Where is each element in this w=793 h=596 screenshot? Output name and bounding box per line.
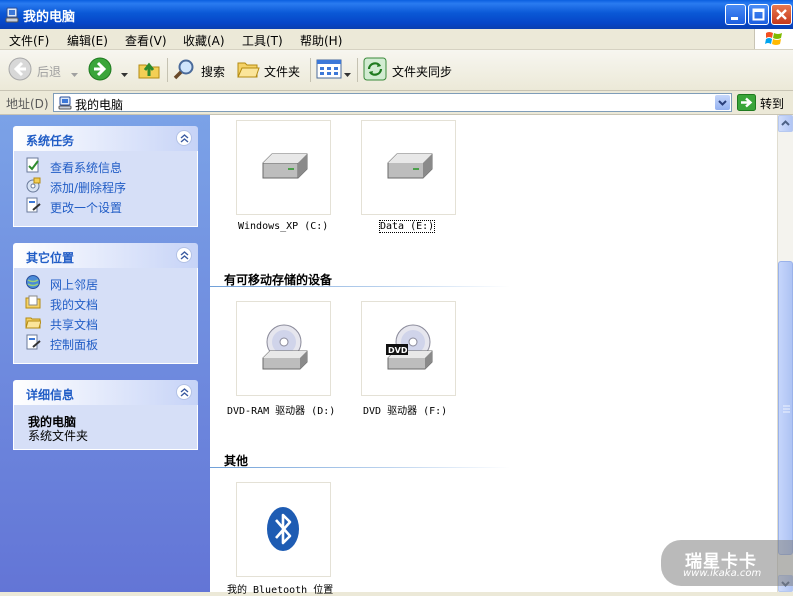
- back-label: 后退: [37, 65, 62, 79]
- drive-e[interactable]: [361, 120, 456, 215]
- folders-icon: [236, 57, 260, 84]
- go-label[interactable]: 转到: [760, 95, 784, 112]
- drive-c[interactable]: [236, 120, 331, 215]
- change-setting-icon: [25, 197, 41, 216]
- folder-sync-label: 文件夹同步: [392, 65, 453, 79]
- dvd-badge: DVD: [388, 346, 408, 355]
- menu-favorites[interactable]: 收藏(A): [183, 32, 225, 49]
- network-icon: [25, 274, 41, 293]
- toolbar-separator: [310, 58, 311, 82]
- title-bar[interactable]: 我的电脑: [0, 0, 793, 29]
- task-pane: 系统任务 查看系统信息 添加/删除程序 更改一个设置 其它位置 网上邻居 我的文…: [0, 115, 210, 592]
- details-desc: 系统文件夹: [28, 429, 89, 443]
- maximize-button[interactable]: [748, 4, 769, 25]
- search-icon: [172, 57, 196, 84]
- chevron-down-icon: [718, 100, 727, 106]
- hard-drive-icon: [262, 153, 308, 179]
- address-input[interactable]: 我的电脑: [53, 93, 732, 112]
- drive-d[interactable]: [236, 301, 331, 396]
- grip-icon: [783, 405, 790, 413]
- address-bar: 地址(D) 我的电脑 转到: [0, 91, 793, 115]
- forward-arrow-icon: [88, 57, 112, 84]
- views-icon: [316, 57, 342, 84]
- forward-button[interactable]: [88, 57, 130, 83]
- system-tasks-panel: 系统任务 查看系统信息 添加/删除程序 更改一个设置: [13, 126, 198, 227]
- scroll-thumb[interactable]: [778, 261, 793, 555]
- group-divider: [210, 467, 510, 468]
- address-dropdown-button[interactable]: [715, 95, 730, 110]
- bluetooth-icon: [267, 507, 299, 551]
- search-label: 搜索: [201, 65, 226, 79]
- panel-title: 系统任务: [26, 134, 75, 148]
- go-arrow-icon: [737, 94, 756, 111]
- windows-logo-icon: [754, 29, 793, 49]
- collapse-icon[interactable]: [176, 130, 192, 146]
- up-folder-icon: [137, 57, 161, 84]
- drive-d-label[interactable]: DVD-RAM 驱动器 (D:): [227, 402, 335, 417]
- other-places-header[interactable]: 其它位置: [13, 243, 198, 268]
- back-dropdown-icon[interactable]: [71, 67, 78, 81]
- watermark-logo: 瑞星卡卡 www.ikaka.com: [661, 540, 793, 586]
- toolbar-separator: [167, 58, 168, 82]
- computer-icon: [58, 96, 72, 113]
- back-arrow-icon: [8, 57, 32, 84]
- address-value: 我的电脑: [75, 98, 124, 112]
- menu-file[interactable]: 文件(F): [9, 32, 49, 49]
- scroll-up-button[interactable]: [778, 115, 793, 132]
- panel-title: 详细信息: [26, 388, 75, 402]
- hard-drive-icon: [387, 153, 433, 179]
- system-info-icon: [25, 157, 41, 176]
- back-button[interactable]: 后退: [8, 57, 80, 83]
- watermark-url: www.ikaka.com: [683, 568, 762, 579]
- views-dropdown-icon[interactable]: [344, 67, 351, 81]
- other-places-body: 网上邻居 我的文档 共享文档 控制面板: [13, 268, 198, 364]
- add-remove-programs-icon: [25, 177, 41, 196]
- details-header[interactable]: 详细信息: [13, 380, 198, 405]
- my-documents-icon: [25, 294, 41, 313]
- panel-title: 其它位置: [26, 251, 75, 265]
- folder-icon: [25, 314, 42, 333]
- window-title: 我的电脑: [23, 10, 76, 25]
- system-tasks-header[interactable]: 系统任务: [13, 126, 198, 151]
- details-panel: 详细信息 我的电脑 系统文件夹: [13, 380, 198, 450]
- system-tasks-body: 查看系统信息 添加/删除程序 更改一个设置: [13, 151, 198, 227]
- chevron-up-icon: [781, 120, 790, 126]
- close-button[interactable]: [771, 4, 792, 25]
- menu-bar: 文件(F) 编辑(E) 查看(V) 收藏(A) 工具(T) 帮助(H): [0, 29, 793, 50]
- group-divider: [210, 286, 510, 287]
- address-label: 地址(D): [6, 97, 49, 111]
- dvd-ram-drive-icon: [262, 324, 308, 370]
- drive-f-label[interactable]: DVD 驱动器 (F:): [363, 402, 447, 417]
- minimize-button[interactable]: [725, 4, 746, 25]
- go-button[interactable]: [737, 94, 756, 114]
- menu-tools[interactable]: 工具(T): [242, 32, 283, 49]
- toolbar: 后退 搜索 文件夹 文件夹同步: [0, 50, 793, 91]
- vertical-scrollbar[interactable]: [777, 115, 793, 592]
- bluetooth-label[interactable]: 我的 Bluetooth 位置: [227, 581, 333, 596]
- folder-sync-button[interactable]: 文件夹同步: [363, 57, 455, 83]
- menu-edit[interactable]: 编辑(E): [67, 32, 108, 49]
- drive-c-label[interactable]: Windows_XP (C:): [238, 221, 328, 232]
- collapse-icon[interactable]: [176, 247, 192, 263]
- menu-view[interactable]: 查看(V): [125, 32, 167, 49]
- forward-dropdown-icon[interactable]: [121, 67, 128, 81]
- up-folder-button[interactable]: [137, 57, 163, 83]
- drive-f[interactable]: DVD: [361, 301, 456, 396]
- search-button[interactable]: 搜索: [172, 57, 230, 83]
- bluetooth-places[interactable]: [236, 482, 331, 577]
- toolbar-separator: [357, 58, 358, 82]
- drive-e-label[interactable]: Data (E:): [378, 220, 436, 233]
- folders-button[interactable]: 文件夹: [236, 57, 306, 83]
- other-places-panel: 其它位置 网上邻居 我的文档 共享文档 控制面板: [13, 243, 198, 364]
- folders-label: 文件夹: [264, 65, 301, 79]
- sync-icon: [363, 57, 387, 84]
- computer-icon: [5, 7, 19, 26]
- collapse-icon[interactable]: [176, 384, 192, 400]
- control-panel-icon: [25, 334, 41, 353]
- details-body: 我的电脑 系统文件夹: [13, 405, 198, 450]
- content-area: Windows_XP (C:) Data (E:) 有可移动存储的设备 DVD-…: [210, 115, 777, 596]
- menu-help[interactable]: 帮助(H): [300, 32, 342, 49]
- views-button[interactable]: [316, 57, 352, 83]
